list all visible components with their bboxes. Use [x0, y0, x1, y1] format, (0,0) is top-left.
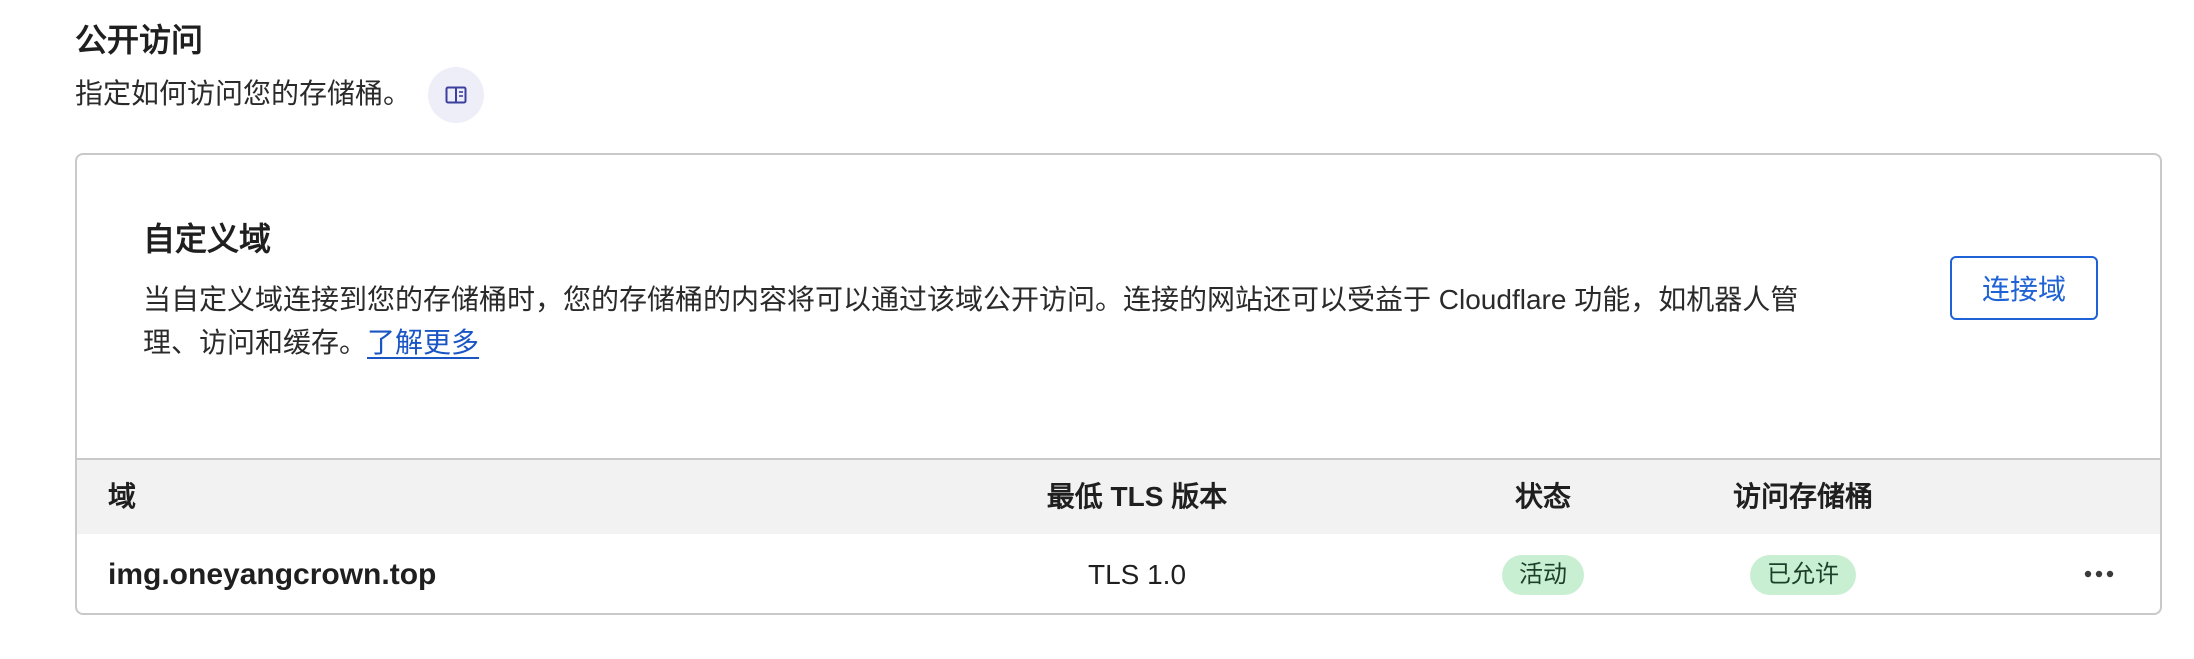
row-actions-button[interactable]	[2077, 554, 2121, 594]
connect-domain-button[interactable]: 连接域	[1950, 256, 2098, 320]
status-cell: 活动	[1443, 534, 1643, 613]
custom-domains-card: 自定义域 当自定义域连接到您的存储桶时，您的存储桶的内容将可以通过该域公开访问。…	[75, 153, 2162, 615]
column-header-min-tls: 最低 TLS 版本	[1046, 481, 1228, 512]
section-description: 指定如何访问您的存储桶。	[75, 78, 412, 109]
table-row: img.oneyangcrown.top TLS 1.0 活动 已允许	[77, 534, 2160, 613]
learn-more-link[interactable]: 了解更多	[367, 327, 479, 358]
min-tls-cell: TLS 1.0	[1087, 558, 1187, 590]
card-description: 当自定义域连接到您的存储桶时，您的存储桶的内容将可以通过该域公开访问。连接的网站…	[143, 278, 1813, 364]
column-header-bucket-access: 访问存储桶	[1732, 481, 1873, 512]
documentation-button[interactable]	[428, 67, 484, 123]
column-header-status: 状态	[1514, 481, 1571, 512]
section-title: 公开访问	[75, 22, 204, 58]
column-header-domain: 域	[108, 481, 137, 512]
domain-cell: img.oneyangcrown.top	[108, 557, 437, 591]
more-horizontal-icon	[2084, 570, 2114, 578]
book-open-icon	[445, 86, 467, 104]
bucket-access-cell: 已允许	[1703, 534, 1903, 613]
card-title: 自定义域	[143, 221, 272, 257]
table-header: 域 最低 TLS 版本 状态 访问存储桶	[77, 458, 2160, 534]
status-badge: 活动	[1502, 554, 1584, 595]
access-badge: 已允许	[1750, 554, 1856, 595]
